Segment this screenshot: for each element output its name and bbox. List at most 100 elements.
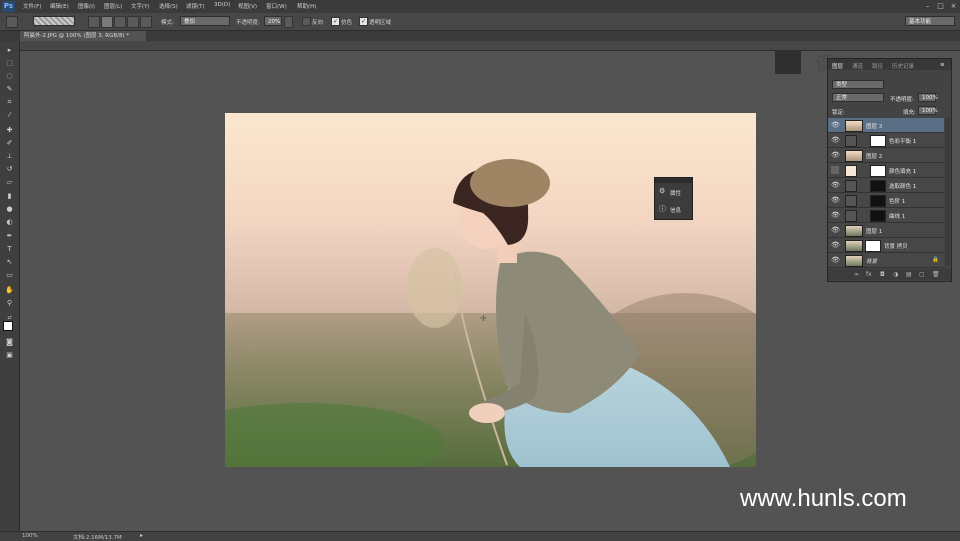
visibility-eye-icon[interactable]: 👁 (831, 241, 840, 249)
menu-type[interactable]: 文字(Y) (131, 2, 150, 10)
visibility-eye-icon[interactable]: 👁 (831, 151, 840, 159)
panel-menu-icon[interactable]: ≡ (940, 62, 945, 68)
path-select-tool-icon[interactable]: ↖ (4, 257, 15, 267)
menu-layer[interactable]: 图层(L) (104, 2, 122, 10)
layer-filter-select[interactable]: 类型 (832, 80, 884, 89)
visibility-eye-icon[interactable]: 👁 (831, 181, 840, 189)
visibility-eye-icon[interactable]: 👁 (831, 136, 840, 144)
menu-image[interactable]: 图像(I) (78, 2, 95, 10)
tab-paths[interactable]: 路径 (872, 62, 883, 70)
maximize-icon[interactable]: □ (935, 1, 946, 11)
properties-icon[interactable]: ⚙ (659, 187, 665, 195)
pen-tool-icon[interactable]: ✒ (4, 231, 15, 241)
visibility-eye-icon[interactable]: 👁 (831, 226, 840, 234)
menu-help[interactable]: 帮助(H) (297, 2, 316, 10)
menu-filter[interactable]: 滤镜(T) (186, 2, 205, 10)
visibility-eye-icon[interactable]: 👁 (831, 121, 840, 129)
workspace-select[interactable]: 基本功能 (905, 16, 955, 26)
hand-tool-icon[interactable]: ✋ (4, 285, 15, 295)
reverse-checkbox[interactable] (302, 17, 311, 26)
foreground-color-swatch[interactable] (3, 321, 13, 331)
opacity-dropdown-button[interactable] (284, 16, 293, 28)
tab-history[interactable]: 历史记录 (892, 62, 914, 70)
menu-select[interactable]: 选择(S) (159, 2, 178, 10)
close-icon[interactable]: × (948, 1, 959, 11)
blend-mode-select[interactable]: 正常 (832, 93, 884, 102)
adjustment-layer-icon[interactable]: ◑ (893, 269, 898, 280)
screen-mode-icon[interactable]: ▣ (4, 350, 15, 360)
eyedropper-tool-icon[interactable]: ⁄ (4, 110, 15, 120)
eraser-tool-icon[interactable]: ▱ (4, 177, 15, 187)
layer-row[interactable]: 👁 图层 3 (828, 118, 944, 133)
visibility-eye-icon[interactable] (831, 166, 839, 174)
layers-panel-footer: ∞ fx ◘ ◑ ▤ ▢ 🗑 (828, 269, 951, 280)
tab-channels[interactable]: 通道 (852, 62, 863, 70)
move-tool-icon[interactable]: ▸ (4, 45, 15, 55)
reflected-gradient-button[interactable] (127, 16, 139, 28)
minimize-icon[interactable]: – (922, 1, 933, 11)
zoom-level[interactable]: 100% (22, 533, 38, 539)
tool-preset-button[interactable] (6, 16, 18, 28)
layer-row[interactable]: 👁 背景 🔒 (828, 253, 944, 268)
clone-stamp-tool-icon[interactable]: ⊥ (4, 151, 15, 161)
layer-row[interactable]: 颜色填充 1 (828, 163, 944, 178)
quick-select-tool-icon[interactable]: ✎ (4, 84, 15, 94)
info-icon[interactable]: ⓘ (659, 204, 666, 214)
layer-row[interactable]: 👁 图层 1 (828, 223, 944, 238)
shape-tool-icon[interactable]: ▭ (4, 270, 15, 280)
history-brush-tool-icon[interactable]: ↺ (4, 164, 15, 174)
type-tool-icon[interactable]: T (4, 244, 15, 254)
properties-label[interactable]: 属性 (670, 189, 681, 197)
floating-panel-header[interactable] (655, 178, 692, 183)
layer-name: 背景 拷贝 (884, 244, 908, 250)
info-label[interactable]: 信息 (670, 206, 681, 214)
menu-view[interactable]: 视图(V) (238, 2, 257, 10)
visibility-eye-icon[interactable]: 👁 (831, 256, 840, 264)
layer-row[interactable]: 👁 图层 2 (828, 148, 944, 163)
opacity-input[interactable]: 20% (264, 16, 282, 26)
healing-brush-tool-icon[interactable]: ✚ (4, 125, 15, 135)
crop-tool-icon[interactable]: ⌗ (4, 97, 15, 107)
tab-layers[interactable]: 图层 (832, 62, 843, 70)
blur-tool-icon[interactable]: ● (4, 204, 15, 214)
dodge-tool-icon[interactable]: ◐ (4, 217, 15, 227)
layer-row[interactable]: 👁 色阶 1 (828, 193, 944, 208)
radial-gradient-button[interactable] (101, 16, 113, 28)
menu-window[interactable]: 窗口(W) (266, 2, 287, 10)
visibility-eye-icon[interactable]: 👁 (831, 196, 840, 204)
gradient-picker[interactable] (33, 16, 75, 26)
mode-select[interactable]: 叠加 (180, 16, 230, 26)
menu-3d[interactable]: 3D(D) (214, 2, 230, 8)
fill-input[interactable]: 100% (918, 106, 938, 115)
layer-row[interactable]: 👁 色彩平衡 1 (828, 133, 944, 148)
brush-tool-icon[interactable]: ✐ (4, 138, 15, 148)
delete-layer-icon[interactable]: 🗑 (932, 269, 940, 280)
angle-gradient-button[interactable] (114, 16, 126, 28)
marquee-tool-icon[interactable]: ⬚ (4, 58, 15, 68)
visibility-eye-icon[interactable]: 👁 (831, 211, 840, 219)
layer-row[interactable]: 👁 背景 拷贝 (828, 238, 944, 253)
group-icon[interactable]: ▤ (906, 269, 912, 280)
zoom-tool-icon[interactable]: ⚲ (4, 298, 15, 308)
menu-edit[interactable]: 编辑(E) (50, 2, 69, 10)
menu-file[interactable]: 文件(F) (23, 2, 41, 10)
add-mask-icon[interactable]: ◘ (880, 269, 885, 280)
transparency-checkbox[interactable]: ✓ (359, 17, 368, 26)
quick-mask-icon[interactable]: ◙ (4, 337, 15, 347)
layer-opacity-input[interactable]: 100% (918, 93, 938, 102)
layer-style-icon[interactable]: fx (866, 269, 872, 280)
document-canvas[interactable]: ✛ (225, 113, 756, 467)
document-tab[interactable]: 阿晨外-2.JPG @ 100% (图层 3, RGB/8) * (20, 31, 146, 41)
gradient-tool-icon[interactable]: ▮ (4, 191, 15, 201)
link-layers-icon[interactable]: ∞ (854, 269, 859, 280)
layers-scrollbar[interactable] (945, 118, 950, 266)
linear-gradient-button[interactable] (88, 16, 100, 28)
lasso-tool-icon[interactable]: ◌ (4, 71, 15, 81)
layer-row[interactable]: 👁 曲线 1 (828, 208, 944, 223)
status-arrow-icon[interactable]: ▸ (140, 532, 143, 539)
layer-opacity-label: 不透明度: (890, 97, 914, 103)
dither-checkbox[interactable]: ✓ (331, 17, 340, 26)
new-layer-icon[interactable]: ▢ (919, 269, 925, 280)
diamond-gradient-button[interactable] (140, 16, 152, 28)
layer-row[interactable]: 👁 选取颜色 1 (828, 178, 944, 193)
